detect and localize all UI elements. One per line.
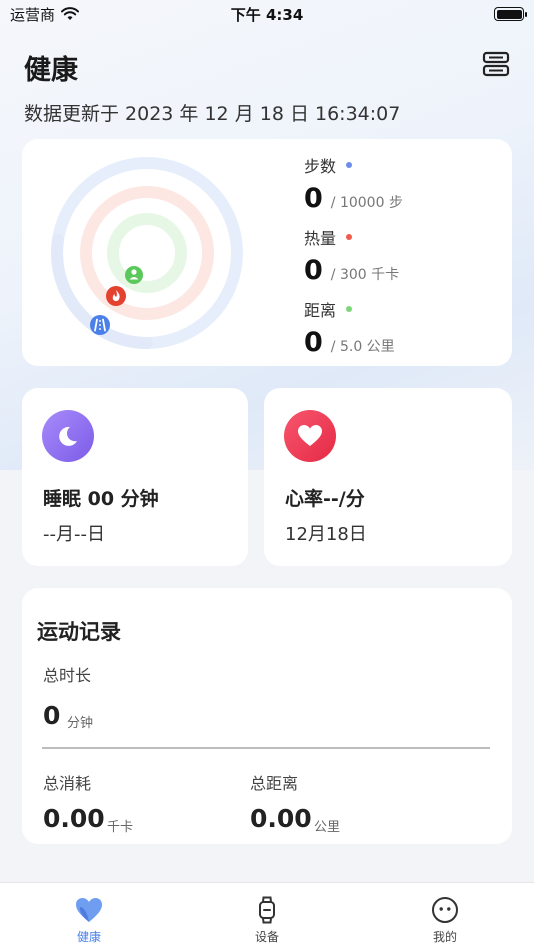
heart-rate-title: 心率--/分 bbox=[285, 488, 365, 510]
activity-rings bbox=[51, 157, 243, 349]
steps-stat: 步数 0 / 10000 步 bbox=[304, 153, 403, 225]
tab-profile-label: 我的 bbox=[432, 930, 457, 944]
status-left: 运营商 bbox=[10, 4, 80, 25]
calories-stat: 热量 0 / 300 千卡 bbox=[304, 225, 403, 297]
steps-value: 0 bbox=[304, 183, 323, 214]
distance-label: 距离 bbox=[304, 301, 337, 320]
carrier-label: 运营商 bbox=[10, 5, 56, 24]
wifi-icon bbox=[61, 7, 80, 20]
flame-icon bbox=[106, 286, 126, 306]
sleep-card[interactable]: 睡眠 00 分钟 --月--日 bbox=[22, 388, 248, 566]
total-time-value: 0 bbox=[43, 701, 61, 730]
tab-bar: 健康 设备 我的 bbox=[0, 882, 534, 950]
calories-total-label: 总消耗 bbox=[43, 774, 92, 793]
sleep-date: --月--日 bbox=[43, 524, 105, 545]
calories-goal: / 300 千卡 bbox=[330, 267, 400, 283]
distance-total-value: 0.00 bbox=[250, 804, 312, 833]
heart-tab-icon bbox=[76, 898, 102, 922]
page-title: 健康 bbox=[24, 55, 78, 86]
distance-value: 0 bbox=[304, 327, 323, 358]
battery-icon bbox=[494, 7, 527, 21]
steps-goal: / 10000 步 bbox=[330, 195, 403, 211]
sleep-title: 睡眠 00 分钟 bbox=[43, 488, 159, 510]
activity-rings-card[interactable]: 步数 0 / 10000 步 热量 0 / 300 千卡 距离 0 / 5.0 … bbox=[22, 139, 512, 366]
activity-stats: 步数 0 / 10000 步 热量 0 / 300 千卡 距离 0 / 5.0 … bbox=[304, 153, 403, 369]
tab-health-label: 健康 bbox=[76, 930, 101, 944]
divider bbox=[42, 747, 490, 749]
status-bar: 运营商 下午 4:34 bbox=[0, 0, 534, 28]
exercise-title: 运动记录 bbox=[37, 620, 121, 644]
update-timestamp: 数据更新于 2023 年 12 月 18 日 16:34:07 bbox=[24, 103, 401, 125]
tab-profile[interactable]: 我的 bbox=[400, 895, 490, 945]
distance-goal: / 5.0 公里 bbox=[330, 339, 395, 355]
header: 健康 数据更新于 2023 年 12 月 18 日 16:34:07 bbox=[24, 48, 514, 126]
tab-device[interactable]: 设备 bbox=[222, 895, 312, 945]
person-icon bbox=[125, 266, 143, 284]
total-time-unit: 分钟 bbox=[67, 716, 94, 731]
calories-value: 0 bbox=[304, 255, 323, 286]
distance-total-unit: 公里 bbox=[314, 820, 341, 835]
calories-total-unit: 千卡 bbox=[107, 820, 134, 835]
calories-dot bbox=[346, 234, 353, 240]
steps-label: 步数 bbox=[304, 157, 337, 176]
calories-total-value: 0.00 bbox=[43, 804, 105, 833]
tab-device-label: 设备 bbox=[254, 930, 279, 944]
server-menu-icon[interactable] bbox=[482, 50, 510, 78]
road-icon bbox=[90, 315, 110, 335]
distance-dot bbox=[346, 306, 353, 312]
tab-health[interactable]: 健康 bbox=[44, 895, 134, 945]
heart-rate-date: 12月18日 bbox=[285, 524, 367, 545]
watch-icon bbox=[259, 896, 275, 924]
status-time: 下午 4:34 bbox=[230, 5, 304, 24]
steps-dot bbox=[346, 162, 353, 168]
profile-icon bbox=[432, 897, 458, 923]
distance-stat: 距离 0 / 5.0 公里 bbox=[304, 297, 403, 369]
moon-icon bbox=[42, 410, 94, 462]
heart-rate-card[interactable]: 心率--/分 12月18日 bbox=[264, 388, 512, 566]
calories-label: 热量 bbox=[304, 229, 337, 248]
heart-icon bbox=[284, 410, 336, 462]
exercise-record-card[interactable]: 运动记录 总时长 0 分钟 总消耗 0.00 千卡 总距离 0.00 公里 bbox=[22, 588, 512, 844]
total-time-label: 总时长 bbox=[43, 666, 92, 685]
distance-total-label: 总距离 bbox=[250, 774, 299, 793]
